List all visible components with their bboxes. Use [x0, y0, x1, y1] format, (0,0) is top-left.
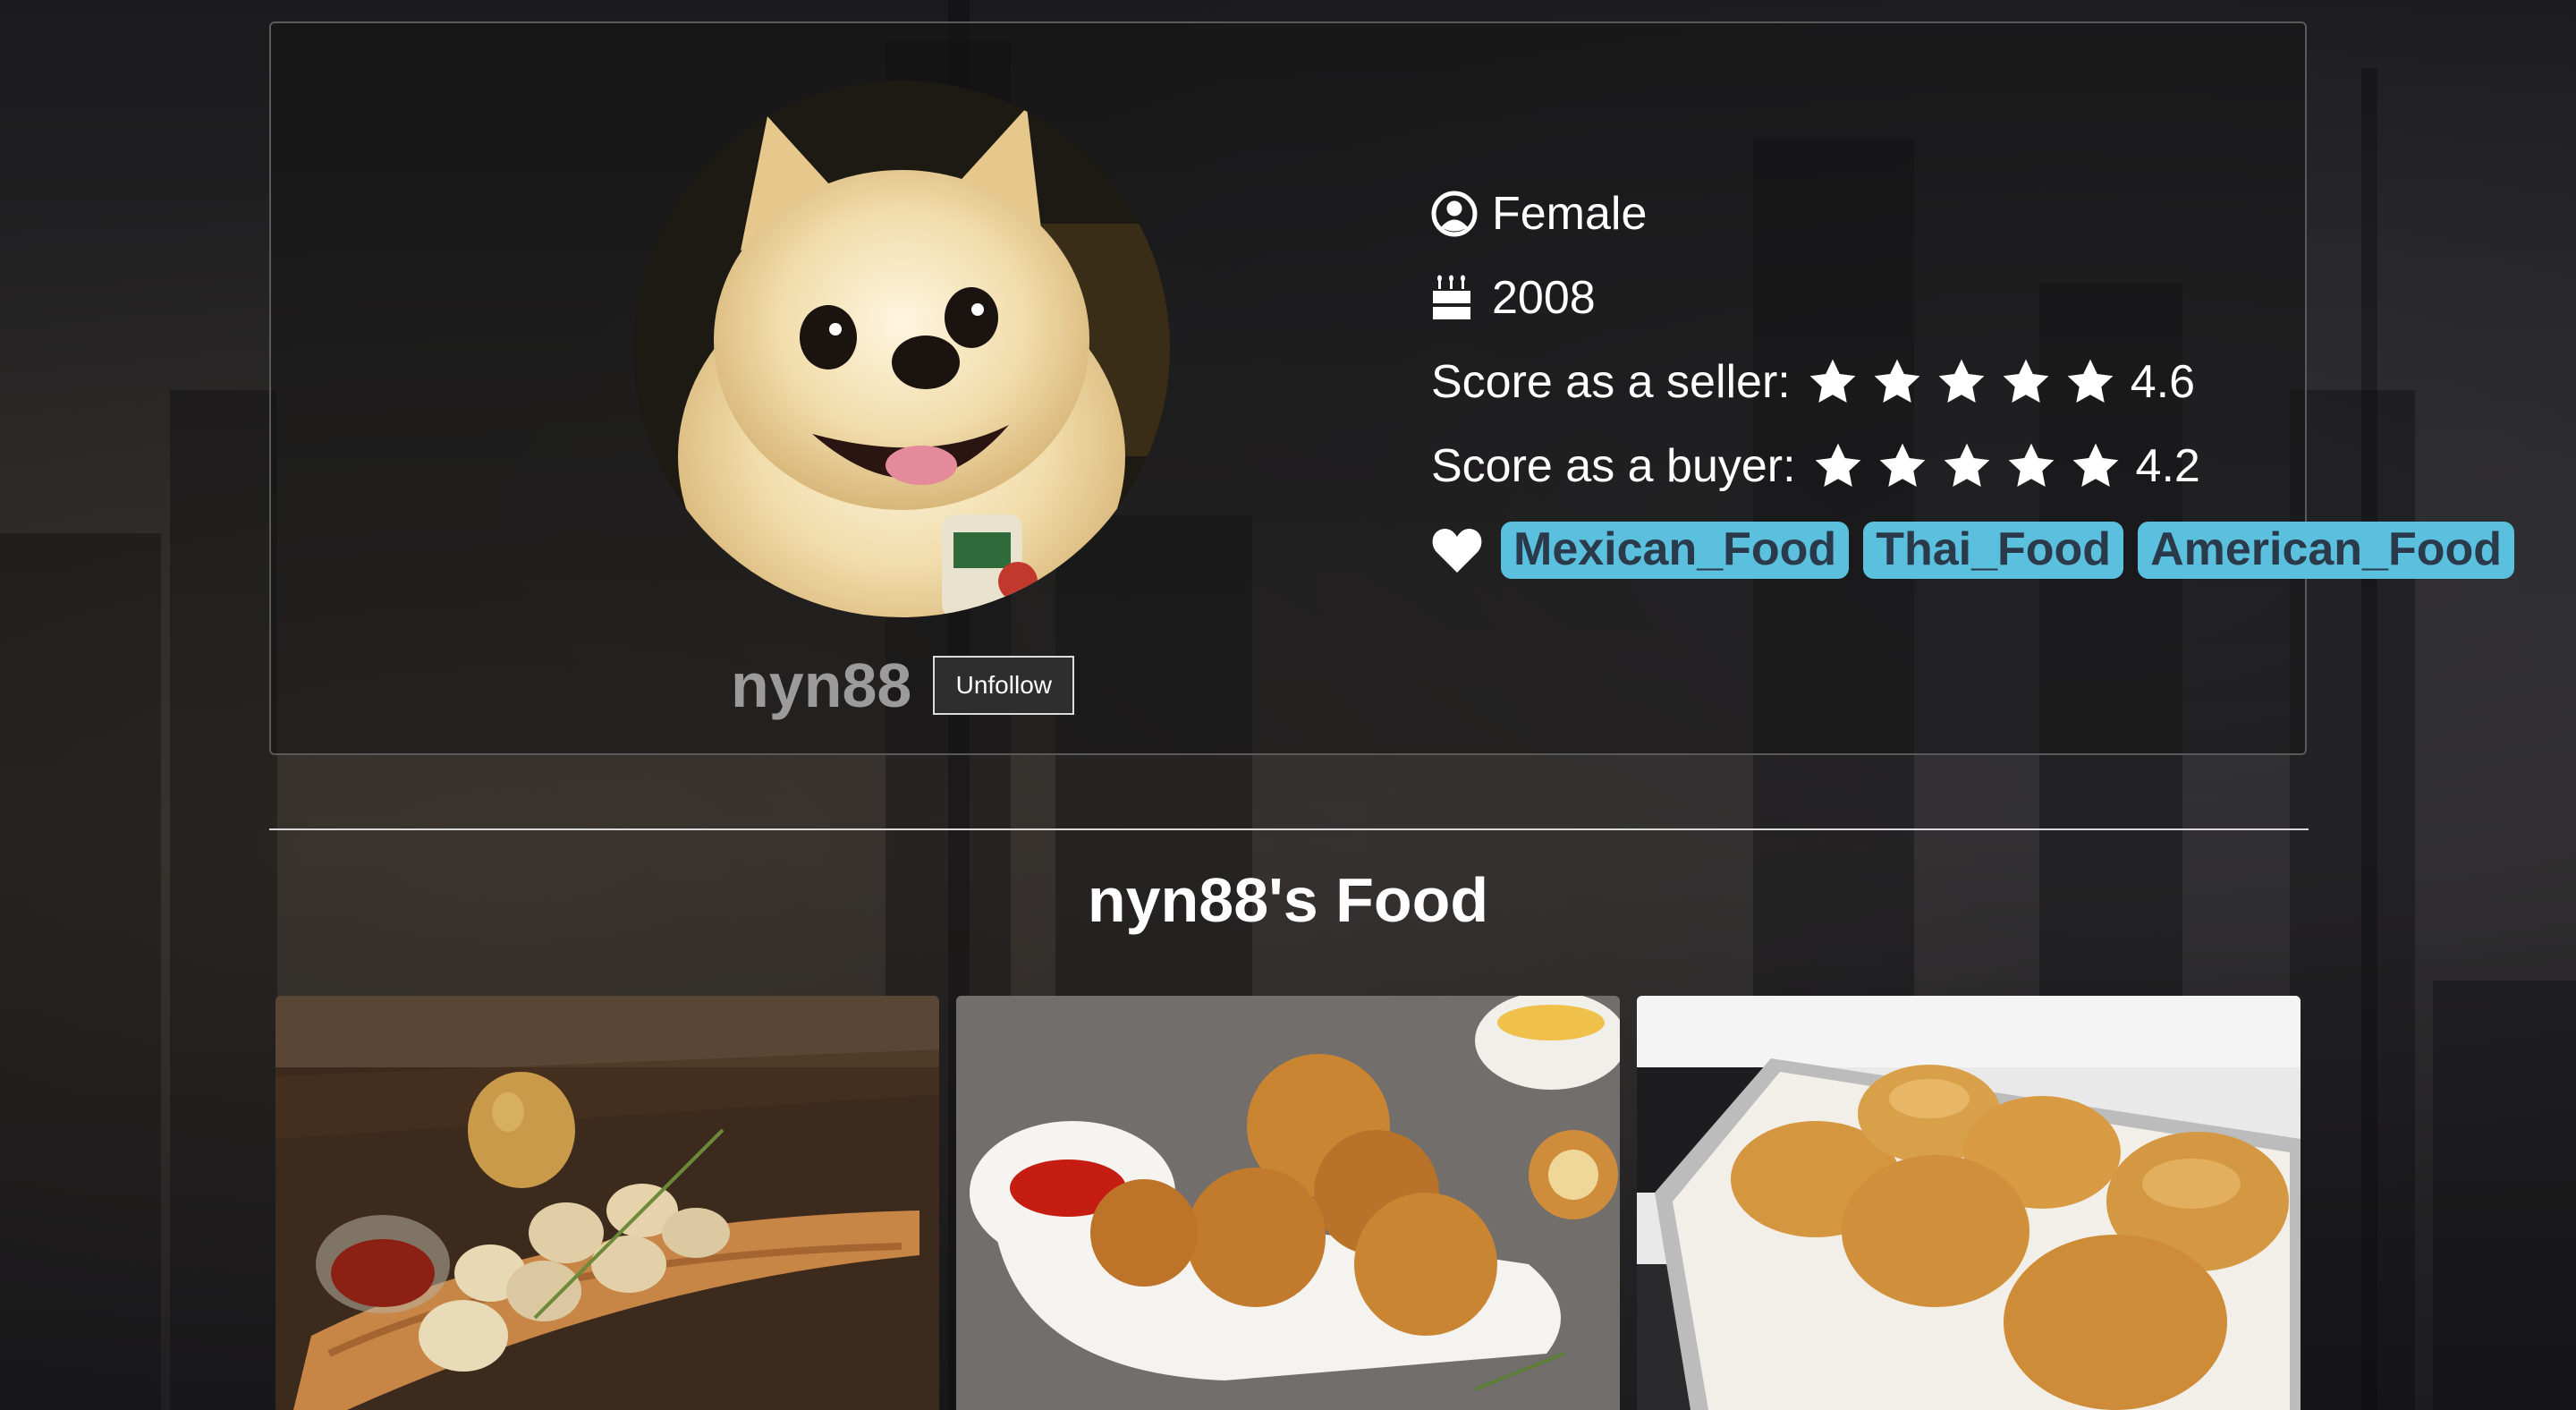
favorites-row: Mexican_Food Thai_Food American_Food: [1431, 508, 2529, 592]
star-icon: [1815, 443, 1860, 487]
seller-stars: [1807, 356, 2116, 408]
croquettes-photo-icon: [956, 996, 1620, 1410]
profile-info: Female 2008 Score as a seller: 4.6 Score…: [1431, 172, 2529, 592]
buyer-stars: [1812, 440, 2122, 492]
buyer-score-label: Score as a buyer:: [1431, 440, 1796, 492]
star-icon: [2067, 359, 2114, 403]
buyer-score-row: Score as a buyer: 4.2: [1431, 424, 2529, 508]
tag-american-food[interactable]: American_Food: [2138, 522, 2515, 579]
tag-thai-food[interactable]: Thai_Food: [1863, 522, 2124, 579]
star-icon: [2008, 443, 2054, 487]
gender-value: Female: [1492, 188, 1648, 240]
star-icon: [1944, 443, 1989, 487]
star-icon: [1809, 359, 1856, 403]
heart-icon: [1432, 529, 1482, 573]
avatar: [633, 81, 1170, 617]
bread-rolls-photo-icon: [1637, 996, 2301, 1410]
seller-score-value: 4.6: [2130, 356, 2196, 408]
gender-row: Female: [1431, 172, 2529, 256]
star-icon: [1938, 359, 1985, 403]
unfollow-button[interactable]: Unfollow: [933, 656, 1075, 715]
food-card-croquettes[interactable]: [956, 996, 1620, 1410]
food-section-title: nyn88's Food: [1087, 865, 1489, 935]
tag-mexican-food[interactable]: Mexican_Food: [1501, 522, 1850, 579]
star-icon: [1874, 359, 1920, 403]
pomeranian-avatar-icon: [633, 81, 1170, 617]
profile-card: nyn88 Unfollow Female 2008 Score as a se…: [269, 21, 2515, 755]
star-icon: [2072, 443, 2118, 487]
birth-year-value: 2008: [1492, 272, 1596, 324]
birthday-cake-icon: [1431, 275, 1478, 321]
seller-score-label: Score as a seller:: [1431, 356, 1791, 408]
seller-score-row: Score as a seller: 4.6: [1431, 340, 2529, 424]
dumplings-photo-icon: [275, 996, 939, 1410]
food-card-bread-rolls[interactable]: [1637, 996, 2301, 1410]
star-icon: [1879, 443, 1925, 487]
username-row: nyn88 Unfollow: [731, 650, 1075, 721]
username: nyn88: [731, 650, 912, 720]
food-card-dumplings[interactable]: [275, 996, 939, 1410]
star-icon: [2003, 359, 2049, 403]
user-circle-icon: [1431, 191, 1478, 237]
buyer-score-value: 4.2: [2135, 440, 2200, 492]
birth-year-row: 2008: [1431, 256, 2529, 340]
section-divider: [269, 828, 2309, 830]
